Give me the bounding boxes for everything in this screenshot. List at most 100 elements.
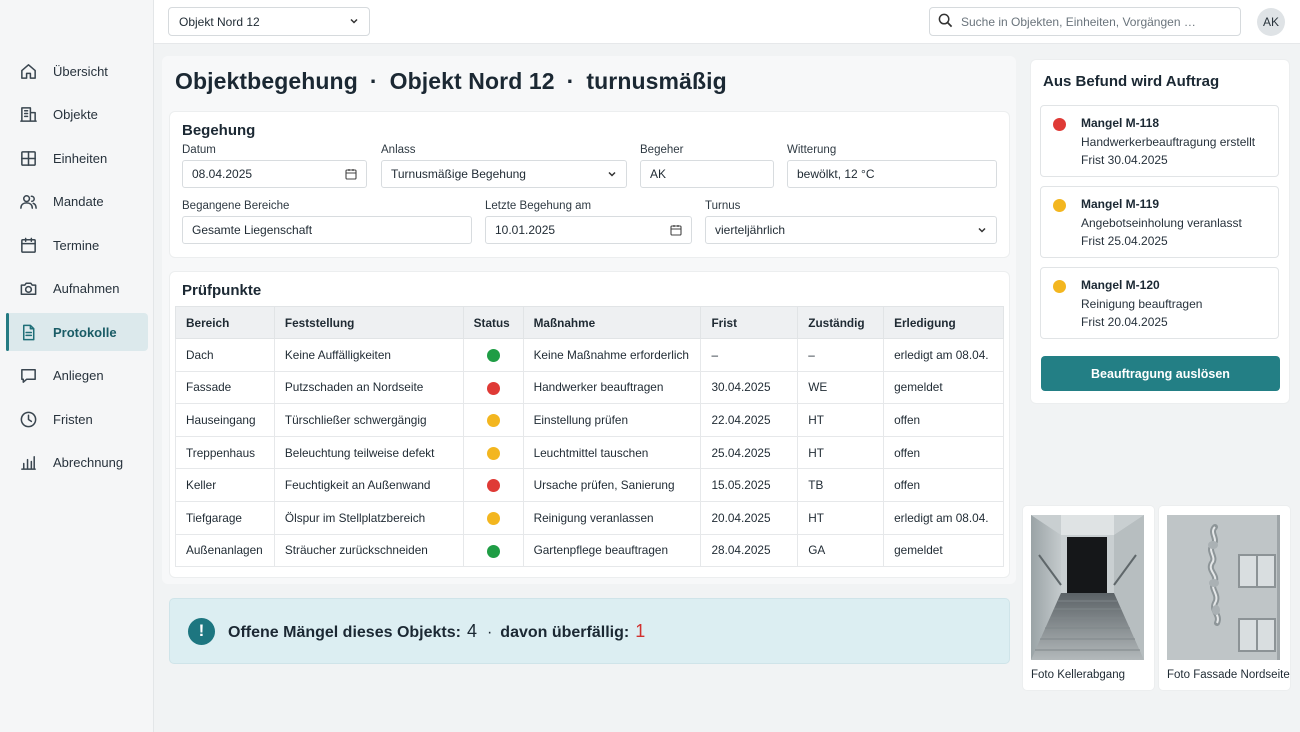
witterung-value: bewölkt, 12 °C <box>797 167 875 181</box>
sidebar-item-label: Mandate <box>53 194 104 209</box>
title-separator: · <box>566 68 575 94</box>
photo-caption: Foto Kellerabgang <box>1031 669 1125 681</box>
cell-feststellung: Ölspur im Stellplatzbereich <box>273 500 464 535</box>
photo-card-kellerabgang[interactable]: Foto Kellerabgang <box>1023 506 1154 690</box>
search-input[interactable] <box>961 14 1231 29</box>
photo-caption: Foto Fassade Nordseite <box>1167 669 1290 681</box>
cell-status <box>462 468 524 502</box>
page-title-part: turnusmäßig <box>586 68 727 94</box>
defect-title: Mangel M-120 <box>1081 278 1160 292</box>
sidebar-item-anliegen[interactable]: Anliegen <box>6 357 148 395</box>
sidebar-item-termine[interactable]: Termine <box>6 226 148 264</box>
chat-icon <box>18 366 38 386</box>
begeher-field[interactable]: AK <box>640 160 774 188</box>
column-header[interactable]: Frist <box>700 306 799 339</box>
pruefpunkte-title: Prüfpunkte <box>182 282 262 299</box>
sidebar-item-aufnahmen[interactable]: Aufnahmen <box>6 270 148 308</box>
datum-field[interactable]: 08.04.2025 <box>182 160 367 188</box>
cell-bereich: Tiefgarage <box>175 500 275 535</box>
table-row[interactable]: Außenanlagen Sträucher zurückschneiden G… <box>175 533 1004 568</box>
cell-bereich: Außenanlagen <box>175 533 275 568</box>
status-dot <box>486 348 500 362</box>
cell-massnahme: Keine Maßnahme erforderlich <box>522 338 702 372</box>
column-header[interactable]: Zuständig <box>797 306 885 339</box>
chevron-down-icon <box>977 225 987 235</box>
camera-icon <box>18 279 38 299</box>
column-header[interactable]: Bereich <box>175 306 275 339</box>
letzte-begehung-label: Letzte Begehung am <box>485 200 592 212</box>
avatar[interactable]: AK <box>1257 8 1285 36</box>
cell-zustaendig: HT <box>797 435 885 470</box>
column-header[interactable]: Status <box>462 306 524 339</box>
calendar-icon[interactable] <box>670 224 682 236</box>
cell-feststellung: Putzschaden an Nordseite <box>273 370 464 405</box>
turnus-label: Turnus <box>705 200 741 212</box>
sidebar-item-fristen[interactable]: Fristen <box>6 400 148 438</box>
cell-status <box>462 338 524 372</box>
sidebar-item-uebersicht[interactable]: Übersicht <box>6 52 148 90</box>
table-header-row: Bereich Feststellung Status Maßnahme Fri… <box>175 306 1004 339</box>
banner-overdue-label: davon überfällig: <box>500 623 630 641</box>
table-row[interactable]: Fassade Putzschaden an Nordseite Handwer… <box>175 370 1004 405</box>
table-row[interactable]: Tiefgarage Ölspur im Stellplatzbereich R… <box>175 500 1004 535</box>
bereiche-field[interactable]: Gesamte Liegenschaft <box>182 216 472 244</box>
anlass-label: Anlass <box>381 144 416 156</box>
turnus-select[interactable]: vierteljährlich <box>705 216 997 244</box>
befund-title: Aus Befund wird Auftrag <box>1043 73 1220 90</box>
sidebar-item-objekte[interactable]: Objekte <box>6 96 148 134</box>
defect-title: Mangel M-119 <box>1081 197 1160 211</box>
status-dot <box>1053 199 1066 212</box>
table-row[interactable]: Hauseingang Türschließer schwergängig Ei… <box>175 403 1004 437</box>
banner-open-label: Offene Mängel dieses Objekts: <box>228 623 461 641</box>
sidebar-item-label: Abrechnung <box>53 455 124 470</box>
sidebar-item-label: Objekte <box>53 107 98 122</box>
cell-status <box>462 435 524 470</box>
defect-title: Mangel M-118 <box>1081 116 1160 130</box>
column-header[interactable]: Feststellung <box>273 306 464 339</box>
cell-erledigung: gemeldet <box>883 533 1004 568</box>
defect-card-m118[interactable]: Mangel M-118 Handwerkerbeauftragung erst… <box>1040 105 1279 177</box>
calendar-icon[interactable] <box>345 168 357 180</box>
search-box[interactable] <box>929 7 1241 36</box>
table-row[interactable]: Keller Feuchtigkeit an Außenwand Ursache… <box>175 468 1004 502</box>
sidebar-item-einheiten[interactable]: Einheiten <box>6 139 148 177</box>
letzte-begehung-field[interactable]: 10.01.2025 <box>485 216 692 244</box>
object-select[interactable]: Objekt Nord 12 <box>168 7 370 36</box>
grid-icon <box>18 148 38 168</box>
defect-deadline: Frist 25.04.2025 <box>1081 234 1168 248</box>
sidebar: Übersicht Objekte Einheiten Mandate Term… <box>0 0 154 732</box>
bereiche-value: Gesamte Liegenschaft <box>192 223 313 237</box>
table-row[interactable]: Dach Keine Auffälligkeiten Keine Maßnahm… <box>175 338 1004 372</box>
column-header[interactable]: Erledigung <box>883 306 1004 339</box>
cell-massnahme: Reinigung veranlassen <box>522 500 702 535</box>
photo-kellerabgang[interactable] <box>1031 515 1144 660</box>
topbar: Objekt Nord 12 AK <box>154 0 1300 44</box>
photo-card-fassade[interactable]: Foto Fassade Nordseite <box>1159 506 1290 690</box>
cell-feststellung: Beleuchtung teilweise defekt <box>273 435 464 470</box>
defect-deadline: Frist 30.04.2025 <box>1081 153 1168 167</box>
sidebar-nav: Übersicht Objekte Einheiten Mandate Term… <box>6 52 148 487</box>
main-card: Objektbegehung · Objekt Nord 12 · turnusmäßi… <box>162 56 1016 584</box>
sidebar-item-label: Protokolle <box>53 324 117 340</box>
cell-erledigung: offen <box>883 468 1004 502</box>
cell-bereich: Dach <box>175 338 275 372</box>
cell-zustaendig: TB <box>797 468 885 502</box>
cell-feststellung: Feuchtigkeit an Außenwand <box>273 468 464 502</box>
photo-fassade-nordseite[interactable] <box>1167 515 1280 660</box>
column-header[interactable]: Maßnahme <box>522 306 702 339</box>
banner-open-count: 4 <box>466 620 477 641</box>
sidebar-item-abrechnung[interactable]: Abrechnung <box>6 444 148 482</box>
cell-erledigung: gemeldet <box>883 370 1004 405</box>
sidebar-item-protokolle[interactable]: Protokolle <box>6 313 148 351</box>
object-select-value: Objekt Nord 12 <box>179 14 260 29</box>
defect-card-m120[interactable]: Mangel M-120 Reinigung beauftragen Frist… <box>1040 267 1279 339</box>
cell-status <box>462 370 524 405</box>
beauftragung-ausloesen-button[interactable]: Beauftragung auslösen <box>1041 356 1280 391</box>
calendar-icon <box>18 235 38 255</box>
defect-card-m119[interactable]: Mangel M-119 Angebotseinholung veranlass… <box>1040 186 1279 258</box>
bar-chart-icon <box>18 453 38 473</box>
sidebar-item-mandate[interactable]: Mandate <box>6 183 148 221</box>
witterung-field[interactable]: bewölkt, 12 °C <box>787 160 997 188</box>
table-row[interactable]: Treppenhaus Beleuchtung teilweise defekt… <box>175 435 1004 470</box>
anlass-select[interactable]: Turnusmäßige Begehung <box>381 160 627 188</box>
